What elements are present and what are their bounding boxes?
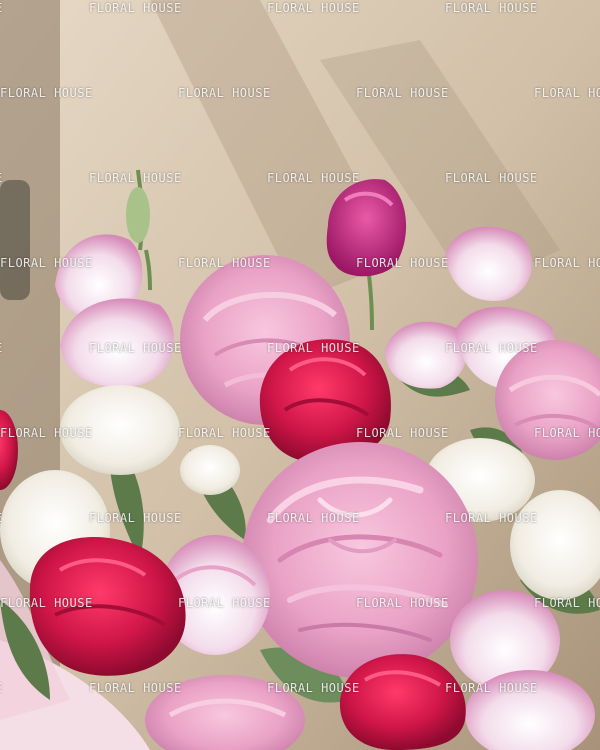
flower-photo: FLORAL HOUSE FLORAL HOUSE FLORAL HOUSE F… <box>0 0 600 750</box>
bouquet-image <box>0 0 600 750</box>
